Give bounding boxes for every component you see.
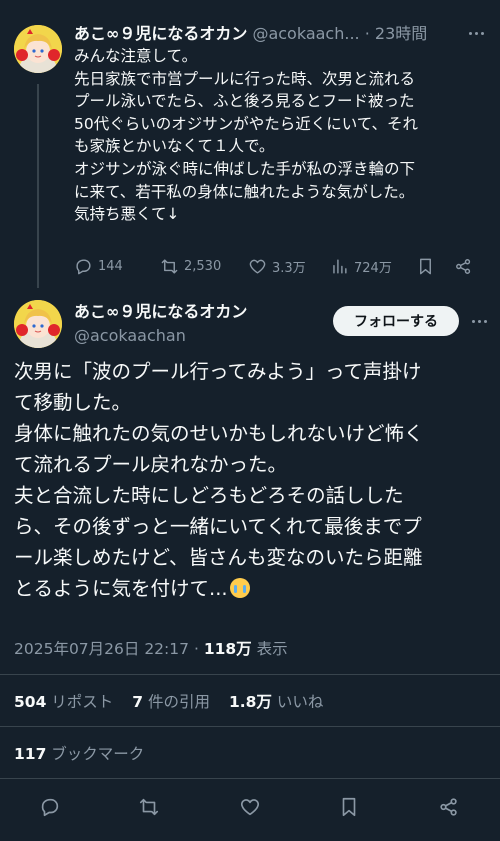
like-button[interactable]: 3.3万	[248, 253, 306, 279]
more-options-icon[interactable]	[468, 312, 490, 330]
tweet-line: 気持ち悪くて↓	[74, 205, 180, 224]
heart-icon	[240, 799, 260, 816]
reply-button[interactable]	[37, 794, 63, 820]
tweet-line: に来て、若干私の身体に触れたような気がした。	[74, 182, 415, 201]
share-icon	[440, 798, 457, 816]
repost-button[interactable]	[136, 794, 162, 820]
bookmark-button[interactable]	[336, 794, 362, 820]
tweet-line: ら、その後ずっと一緒にいてくれて最後までプ	[14, 515, 422, 538]
tweet-last-line: とるように気を付けて...	[14, 573, 490, 604]
tweet-text: 次男に「波のプール行ってみよう」って声掛け て移動した。 身体に触れたの気のせい…	[14, 356, 490, 604]
tweet-line: 先日家族で市営プールに行った時、次男と流れる	[74, 69, 416, 88]
bookmark-stats: 117 ブックマーク	[14, 742, 144, 766]
share-button[interactable]	[436, 794, 462, 820]
repost-icon	[161, 258, 178, 274]
divider	[0, 778, 500, 779]
tweet-line: ール楽しめたけど、皆さんも変なのいたら距離	[14, 546, 423, 569]
analytics-icon	[333, 258, 347, 274]
view-count: 724万	[354, 260, 392, 276]
separator: ·	[364, 24, 370, 43]
tweet-line: オジサンが泳ぐ時に伸ばした手が私の浮き輪の下	[74, 159, 416, 178]
bookmark-label[interactable]: ブックマーク	[51, 745, 144, 763]
tweet-line: みんな注意して。	[74, 47, 198, 65]
reply-button[interactable]: 144	[74, 253, 123, 279]
separator: ·	[193, 640, 199, 658]
display-name[interactable]: あこ∞９児になるオカン	[74, 24, 247, 43]
views-button[interactable]: 724万	[330, 253, 392, 279]
bookmark-icon	[420, 258, 431, 274]
tweet-actions	[0, 792, 500, 822]
view-count: 118万	[203, 640, 252, 658]
tweet-text: みんな注意して。 先日家族で市営プールに行った時、次男と流れる プール泳いでたら…	[74, 45, 486, 226]
share-button[interactable]	[454, 253, 473, 279]
avatar[interactable]	[14, 300, 62, 348]
tweet-line: も家族とかいなくて１人で。	[74, 137, 275, 156]
tweet-header: あこ∞９児になるオカン @acokaach... · 23時間	[74, 22, 486, 46]
bookmark-count[interactable]: 117	[14, 745, 46, 763]
repost-count: 2,530	[184, 258, 222, 274]
views-label: 表示	[256, 640, 288, 658]
repost-label[interactable]: リポスト	[51, 693, 113, 711]
reply-count: 144	[98, 258, 123, 274]
heart-icon	[249, 259, 266, 274]
user-handle[interactable]: @acokaachan	[74, 324, 186, 348]
like-count[interactable]: 1.8万	[229, 693, 272, 711]
quote-label[interactable]: 件の引用	[148, 693, 210, 711]
tweet-line: プール泳いでたら、ふと後ろ見るとフード被った	[74, 92, 415, 111]
tweet-line: 50代ぐらいのオジサンがやたら近くにいて、それ	[74, 114, 418, 133]
divider	[0, 674, 500, 675]
follow-button[interactable]: フォローする	[333, 306, 459, 336]
repost-button[interactable]: 2,530	[160, 253, 221, 279]
avatar[interactable]	[14, 25, 62, 73]
tweet-line: 次男に「波のプール行ってみよう」って声掛け	[14, 360, 422, 383]
timestamp[interactable]: 23時間	[375, 24, 427, 43]
tweet-line: て流れるプール戻れなかった。	[14, 453, 288, 476]
display-name[interactable]: あこ∞９児になるオカン	[74, 300, 247, 324]
more-options-icon[interactable]	[463, 24, 489, 42]
quote-count[interactable]: 7	[132, 693, 143, 711]
tweet-line: 身体に触れたの気のせいかもしれないけど怖く	[14, 422, 424, 445]
tweet-meta: 2025年07月26日 22:17 · 118万 表示	[14, 637, 288, 661]
crying-face-icon	[229, 578, 250, 598]
divider	[0, 726, 500, 727]
reply-icon	[76, 258, 91, 274]
tweet-actions: 144 2,530 3.3万 724万	[74, 253, 486, 279]
bookmark-button[interactable]	[416, 253, 435, 279]
bookmark-icon	[342, 797, 356, 817]
tweet-line: て移動した。	[14, 391, 132, 414]
like-label[interactable]: いいね	[277, 693, 324, 711]
thread-line	[37, 84, 39, 288]
share-icon	[456, 258, 471, 274]
engagement-stats: 504 リポスト 7 件の引用 1.8万 いいね	[14, 690, 337, 714]
reply-icon	[41, 798, 59, 817]
repost-count[interactable]: 504	[14, 693, 46, 711]
tweet-line: とるように気を付けて...	[14, 577, 228, 600]
like-count: 3.3万	[272, 260, 306, 276]
user-handle[interactable]: @acokaach...	[252, 24, 359, 43]
tweet-line: 夫と合流した時にしどろもどろその話しした	[14, 484, 404, 507]
repost-icon	[139, 798, 159, 816]
like-button[interactable]	[237, 794, 263, 820]
post-timestamp[interactable]: 2025年07月26日 22:17	[14, 640, 189, 658]
